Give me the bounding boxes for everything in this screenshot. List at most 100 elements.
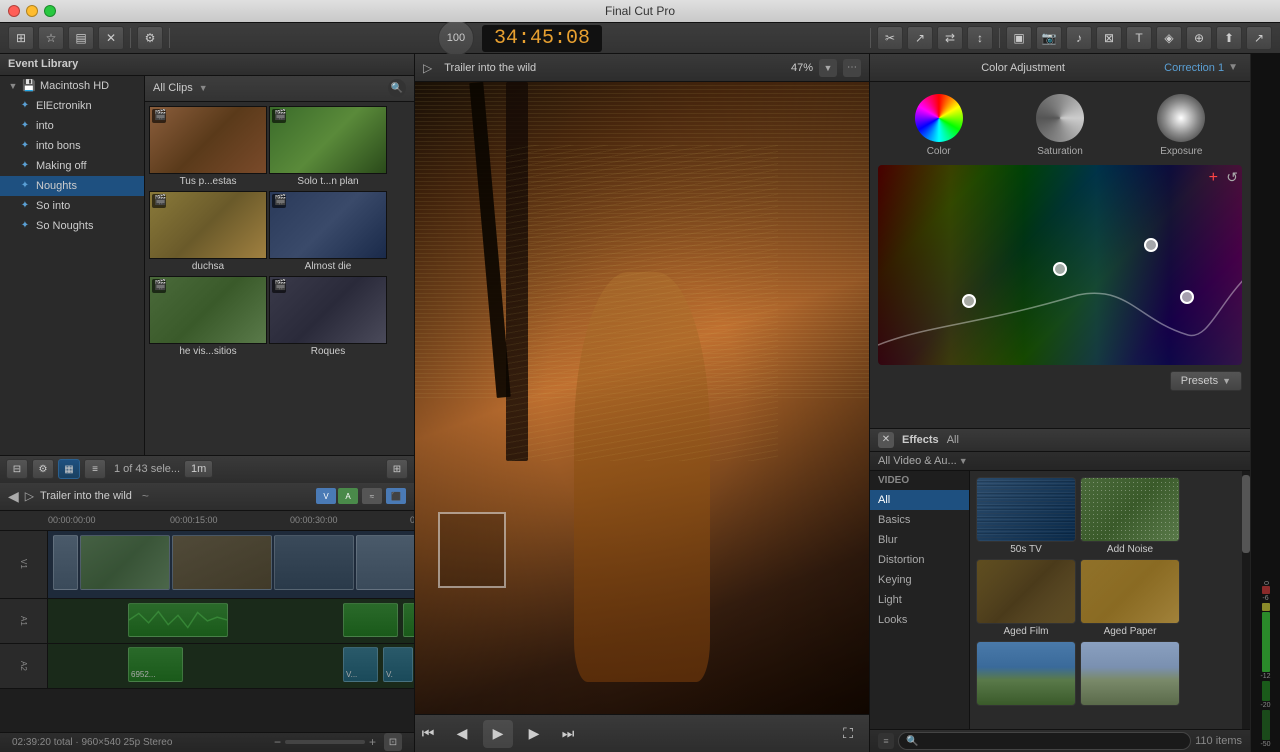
color-control-saturation[interactable]: Saturation <box>1036 94 1084 157</box>
sidebar-item-sonoughts[interactable]: ✦ So Noughts <box>0 216 144 236</box>
share-btn[interactable]: ⬆ <box>1216 26 1242 50</box>
audio-clip-1c[interactable] <box>403 603 414 637</box>
viewer-zoom-dropdown[interactable]: ▼ <box>819 59 837 77</box>
next-frame-btn[interactable]: ▶ <box>521 722 547 746</box>
audio-btn[interactable]: ♪ <box>1066 26 1092 50</box>
library-btn[interactable]: ⊞ <box>8 26 34 50</box>
effects-cat-all[interactable]: All <box>870 490 969 510</box>
clip-item-roques[interactable]: 🎬 Roques <box>269 276 387 359</box>
effects-cat-light[interactable]: Light <box>870 590 969 610</box>
view-grid[interactable]: ▦ <box>58 459 80 479</box>
search-clips-btn[interactable]: 🔍 <box>388 79 406 97</box>
view-btn-1[interactable]: ⊟ <box>6 459 28 479</box>
audio-clip-1a[interactable] <box>128 603 228 637</box>
audio-clip-2b[interactable]: V... <box>343 647 378 682</box>
trans-btn[interactable]: ⊠ <box>1096 26 1122 50</box>
overlay-btn[interactable]: ⬛ <box>386 488 406 504</box>
video-track-toggle[interactable]: V <box>316 488 336 504</box>
clip-item-hevis[interactable]: 🎬 he vis...sitios <box>149 276 267 359</box>
clips-filter-arrow[interactable]: ▼ <box>199 83 208 93</box>
window-controls[interactable] <box>8 5 56 17</box>
clip-item-tus[interactable]: 🎬 Tus p...estas <box>149 106 267 189</box>
tool-btn-1[interactable]: ⚙ <box>137 26 163 50</box>
zoom-in-icon[interactable]: + <box>369 735 376 749</box>
color-control-color[interactable]: Color <box>915 94 963 157</box>
timeline-btn[interactable]: ▤ <box>68 26 94 50</box>
sidebar-item-into[interactable]: ✦ into <box>0 116 144 136</box>
waveform-btn[interactable]: ≈ <box>362 488 382 504</box>
audio-clip-1b[interactable] <box>343 603 398 637</box>
video-clip-1[interactable] <box>53 535 78 590</box>
sidebar-item-intobons[interactable]: ✦ into bons <box>0 136 144 156</box>
fullscreen-btn[interactable]: ⛶ <box>835 722 861 746</box>
position-btn[interactable]: ↕ <box>967 26 993 50</box>
fit-btn[interactable]: ⊡ <box>384 733 402 751</box>
inspector-btn[interactable]: ✕ <box>98 26 124 50</box>
effect-item-extra1[interactable] <box>976 641 1076 708</box>
audio-clip-2a[interactable]: 6952... <box>128 647 183 682</box>
video-btn[interactable]: ▣ <box>1006 26 1032 50</box>
clip-item-duchsa[interactable]: 🎬 duchsa <box>149 191 267 274</box>
video-clip-2[interactable] <box>80 535 170 590</box>
minimize-button[interactable] <box>26 5 38 17</box>
view-btn-2[interactable]: ⚙ <box>32 459 54 479</box>
clip-item-almost[interactable]: 🎬 Almost die <box>269 191 387 274</box>
effects-search-input[interactable] <box>898 732 1191 750</box>
theme-btn[interactable]: ⊕ <box>1186 26 1212 50</box>
zoom-out-icon[interactable]: − <box>274 735 281 749</box>
blade-btn[interactable]: ✂ <box>877 26 903 50</box>
effects-cat-distortion[interactable]: Distortion <box>870 550 969 570</box>
effect-item-50stv[interactable]: 50s TV <box>976 477 1076 555</box>
audio-track-2-content[interactable]: 6952... V... V. LLocs Volca <box>48 644 414 688</box>
scrollbar-thumb[interactable] <box>1242 475 1250 553</box>
title-btn[interactable]: T <box>1126 26 1152 50</box>
effect-item-agedpaper[interactable]: Aged Paper <box>1080 559 1180 637</box>
sidebar-item-noughts[interactable]: ✦ Noughts <box>0 176 144 196</box>
sidebar-item-hd[interactable]: ▼ 💾 Macintosh HD <box>0 76 144 96</box>
photo-btn[interactable]: 📷 <box>1036 26 1062 50</box>
effects-cat-looks[interactable]: Looks <box>870 610 969 630</box>
effects-close-btn[interactable]: ✕ <box>878 432 894 448</box>
effects-cat-blur[interactable]: Blur <box>870 530 969 550</box>
correction-dropdown-icon[interactable]: ▼ <box>1228 62 1238 73</box>
select-btn[interactable]: ↗ <box>907 26 933 50</box>
presets-btn[interactable]: Presets ▼ <box>1170 371 1242 391</box>
video-clip-3[interactable] <box>172 535 272 590</box>
effects-filter-arrow-icon[interactable]: ▼ <box>959 456 968 466</box>
audio-clip-2c[interactable]: V. <box>383 647 413 682</box>
gen-btn[interactable]: ◈ <box>1156 26 1182 50</box>
effects-cat-basics[interactable]: Basics <box>870 510 969 530</box>
clip-item-solo[interactable]: 🎬 Solo t...n plan <box>269 106 387 189</box>
browser-btn[interactable]: ☆ <box>38 26 64 50</box>
duration-btn[interactable]: 1m <box>184 460 213 478</box>
rate-circle[interactable]: 100 <box>438 20 474 56</box>
audio-track-1-content[interactable] <box>48 599 414 643</box>
maximize-button[interactable] <box>44 5 56 17</box>
trim-btn[interactable]: ⇄ <box>937 26 963 50</box>
viewer-settings-btn[interactable]: ⋯ <box>843 59 861 77</box>
audio-track-toggle[interactable]: A <box>338 488 358 504</box>
play-pause-btn[interactable]: ▶ <box>483 720 513 748</box>
export-btn[interactable]: ↗ <box>1246 26 1272 50</box>
effects-scrollbar[interactable] <box>1242 471 1250 729</box>
correction-btn[interactable]: Correction 1 <box>1164 62 1224 74</box>
prev-frame-btn[interactable]: ◀ <box>449 722 475 746</box>
timecode-display[interactable]: 34:45:08 <box>482 25 602 52</box>
video-clip-4[interactable] <box>274 535 354 590</box>
effects-view-btn[interactable]: ≡ <box>878 733 894 749</box>
zoom-slider[interactable] <box>285 740 365 744</box>
sidebar-item-electronikh[interactable]: ✦ ElEctronikn <box>0 96 144 116</box>
effect-item-extra2[interactable] <box>1080 641 1180 708</box>
skip-forward-btn[interactable]: ⏭ <box>555 722 581 746</box>
effects-cat-keying[interactable]: Keying <box>870 570 969 590</box>
close-button[interactable] <box>8 5 20 17</box>
sidebar-item-sointo[interactable]: ✦ So into <box>0 196 144 216</box>
video-clip-5[interactable] <box>356 535 414 590</box>
view-list[interactable]: ≡ <box>84 459 106 479</box>
sort-btn[interactable]: ⊞ <box>386 459 408 479</box>
color-control-exposure[interactable]: Exposure <box>1157 94 1205 157</box>
video-track-content[interactable] <box>48 531 414 598</box>
sidebar-item-makingoff[interactable]: ✦ Making off <box>0 156 144 176</box>
skip-back-btn[interactable]: ⏮ <box>415 722 441 746</box>
zoom-control[interactable]: − + ⊡ <box>274 733 402 751</box>
